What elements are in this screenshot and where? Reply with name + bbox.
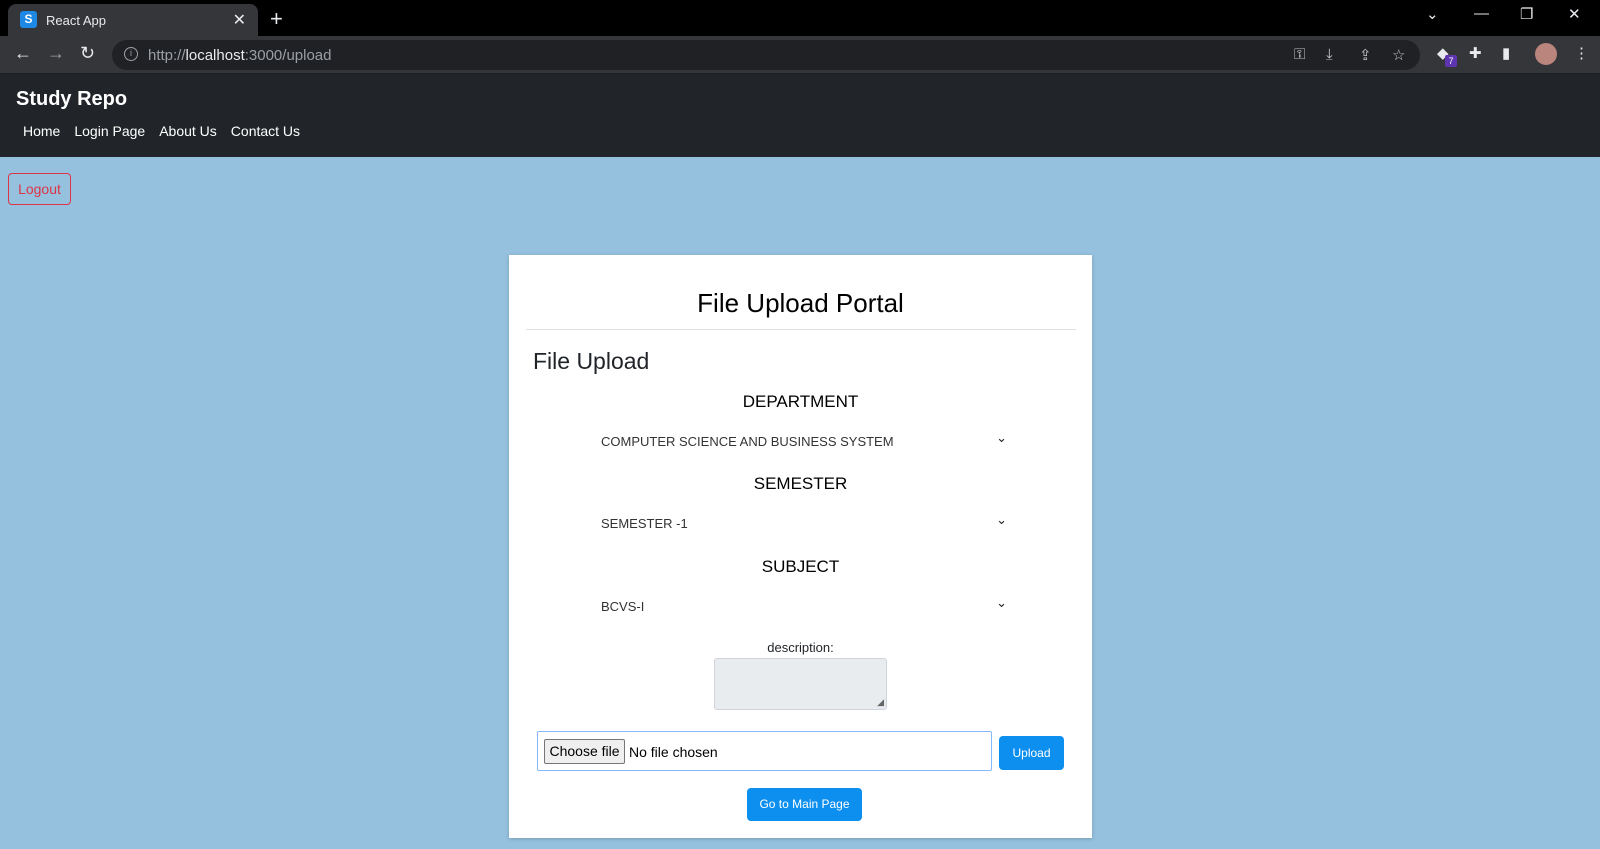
file-input[interactable]: Choose file No file chosen xyxy=(537,731,992,771)
nav-home[interactable]: Home xyxy=(16,123,67,139)
browser-tab[interactable]: S React App ✕ xyxy=(8,4,258,36)
description-label: description: xyxy=(767,640,834,655)
extensions-puzzle-icon[interactable]: ✚ xyxy=(1469,44,1482,62)
key-icon[interactable]: ⚿ xyxy=(1294,46,1305,63)
browser-tabbar: S React App ✕ + ⌄ — ❐ ✕ xyxy=(0,0,1600,36)
profile-avatar[interactable] xyxy=(1535,43,1557,65)
resize-grip-icon[interactable]: ◢ xyxy=(877,697,884,708)
department-label: DEPARTMENT xyxy=(742,392,859,411)
go-to-main-page-button[interactable]: Go to Main Page xyxy=(747,788,862,821)
close-tab-icon[interactable]: ✕ xyxy=(233,10,246,30)
url-path: :3000/upload xyxy=(244,47,332,64)
tab-title: React App xyxy=(46,13,106,28)
restore-window-icon[interactable]: ❐ xyxy=(1520,5,1533,23)
chevron-down-icon: ⌄ xyxy=(996,512,1007,527)
description-textarea[interactable]: ◢ xyxy=(714,658,887,710)
nav-contact-us[interactable]: Contact Us xyxy=(224,123,307,139)
department-value: COMPUTER SCIENCE AND BUSINESS SYSTEM xyxy=(601,434,894,449)
subject-value: BCVS-I xyxy=(601,599,645,614)
extension-badge: 7 xyxy=(1445,55,1457,67)
forward-arrow-icon[interactable]: → xyxy=(47,43,65,64)
subject-label: SUBJECT xyxy=(761,557,840,576)
card-title: File Upload Portal xyxy=(697,288,904,318)
bookmark-star-icon[interactable]: ☆ xyxy=(1392,46,1405,64)
address-bar[interactable]: i http://localhost:3000/upload ⚿ ⤓ ⇪ ☆ xyxy=(112,40,1420,70)
url-text: http://localhost:3000/upload xyxy=(148,47,331,64)
minimize-window-icon[interactable]: — xyxy=(1474,5,1489,22)
reload-icon[interactable]: ↻ xyxy=(80,43,95,64)
upload-card: File Upload Portal File Upload DEPARTMEN… xyxy=(509,255,1092,838)
nav-links: Home Login Page About Us Contact Us xyxy=(16,123,307,139)
chevron-down-icon: ⌄ xyxy=(996,430,1007,445)
divider xyxy=(526,329,1076,330)
nav-login-page[interactable]: Login Page xyxy=(67,123,152,139)
section-title: File Upload xyxy=(533,348,650,374)
logout-button[interactable]: Logout xyxy=(8,173,71,205)
close-window-icon[interactable]: ✕ xyxy=(1568,5,1581,23)
url-host: localhost xyxy=(185,47,245,64)
react-app-favicon-icon: S xyxy=(20,11,37,28)
department-select[interactable]: COMPUTER SCIENCE AND BUSINESS SYSTEM ⌄ xyxy=(601,426,1011,456)
upload-button[interactable]: Upload xyxy=(999,736,1064,770)
menu-kebab-icon[interactable]: ⋮ xyxy=(1574,44,1589,62)
back-arrow-icon[interactable]: ← xyxy=(14,43,32,64)
file-status-text: No file chosen xyxy=(629,744,718,760)
install-app-icon[interactable]: ⤓ xyxy=(1326,46,1333,63)
semester-value: SEMESTER -1 xyxy=(601,516,688,531)
url-scheme: http:// xyxy=(148,47,186,64)
nav-about-us[interactable]: About Us xyxy=(152,123,224,139)
tab-search-chevron-icon[interactable]: ⌄ xyxy=(1426,5,1439,23)
semester-select[interactable]: SEMESTER -1 ⌄ xyxy=(601,508,1011,538)
chevron-down-icon: ⌄ xyxy=(996,595,1007,610)
semester-label: SEMESTER xyxy=(753,474,848,493)
site-info-icon[interactable]: i xyxy=(124,47,138,61)
app-navbar: Study Repo Home Login Page About Us Cont… xyxy=(0,74,1600,157)
browser-toolbar: ← → ↻ i http://localhost:3000/upload ⚿ ⤓… xyxy=(0,36,1600,74)
subject-select[interactable]: BCVS-I ⌄ xyxy=(601,591,1011,621)
share-icon[interactable]: ⇪ xyxy=(1359,46,1372,64)
choose-file-button[interactable]: Choose file xyxy=(544,739,625,764)
side-panel-icon[interactable]: ▮ xyxy=(1502,44,1510,62)
new-tab-icon[interactable]: + xyxy=(270,6,283,32)
brand-title[interactable]: Study Repo xyxy=(16,88,127,111)
